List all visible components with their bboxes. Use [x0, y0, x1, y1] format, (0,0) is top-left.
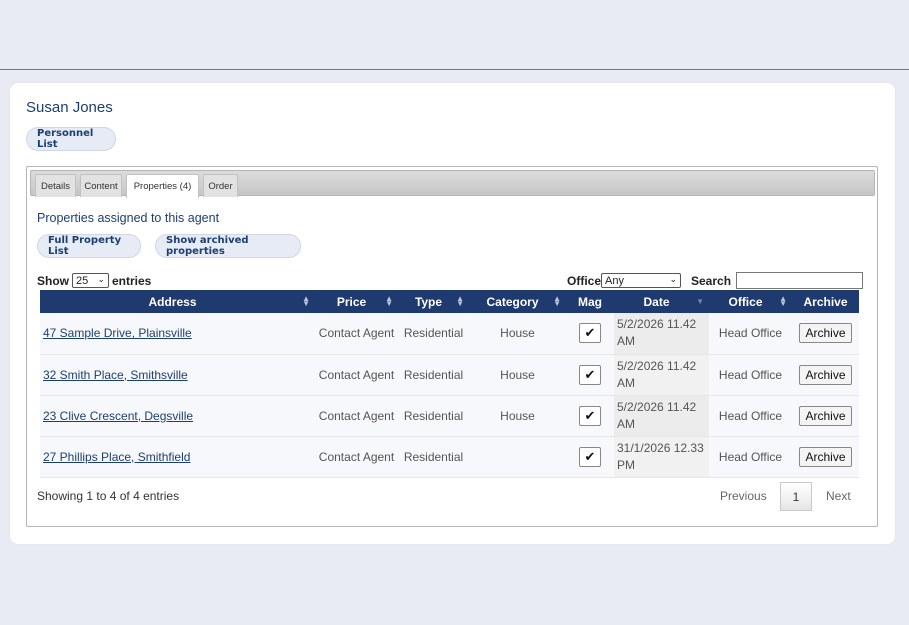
price-cell: Contact Agent [315, 354, 398, 396]
date-cell: 31/1/2026 12.33 PM [614, 436, 709, 478]
column-header-date[interactable]: Date ▼ [614, 290, 709, 313]
column-header-office[interactable]: Office ▲ ▼ [709, 290, 792, 313]
office-cell: Head Office [709, 436, 792, 478]
search-input[interactable] [736, 272, 863, 289]
archive-cell: Archive [792, 395, 859, 437]
type-cell: Residential [398, 313, 469, 355]
agent-name: Susan Jones [26, 99, 113, 116]
sort-icon: ▲ ▼ [385, 294, 393, 308]
mag-checkbox[interactable]: ✔ [579, 323, 601, 344]
column-header-address[interactable]: Address ▲ ▼ [40, 290, 315, 313]
tab-content[interactable]: Content [80, 174, 122, 197]
table-info: Showing 1 to 4 of 4 entries [37, 489, 180, 503]
sort-icon: ▲ ▼ [553, 294, 561, 308]
next-page-button[interactable]: Next [826, 489, 851, 503]
category-cell: House [469, 313, 566, 355]
section-title: Properties assigned to this agent [37, 211, 220, 225]
entries-select[interactable]: 25 ⌄ [72, 273, 109, 288]
column-header-price[interactable]: Price ▲ ▼ [315, 290, 398, 313]
address-link[interactable]: 27 Phillips Place, Smithfield [43, 450, 190, 464]
table-row: 32 Smith Place, Smithsville Contact Agen… [40, 354, 859, 396]
type-cell: Residential [398, 436, 469, 478]
archive-button[interactable]: Archive [799, 364, 852, 385]
chevron-down-icon: ⌄ [97, 274, 105, 284]
date-cell: 5/2/2026 11.42 AM [614, 354, 709, 396]
column-header-mag: Mag [566, 290, 614, 313]
top-header-bar [0, 0, 909, 70]
archive-cell: Archive [792, 436, 859, 478]
type-cell: Residential [398, 395, 469, 437]
office-cell: Head Office [709, 354, 792, 396]
address-link[interactable]: 23 Clive Crescent, Degsville [43, 409, 193, 423]
address-cell: 23 Clive Crescent, Degsville [40, 395, 315, 437]
archive-cell: Archive [792, 354, 859, 396]
price-cell: Contact Agent [315, 313, 398, 355]
page-footer-band [0, 556, 909, 625]
tab-strip: Details Content Properties (4) Order [30, 170, 875, 198]
tab-properties[interactable]: Properties (4) [126, 174, 199, 198]
table-row: 47 Sample Drive, Plainsville Contact Age… [40, 313, 859, 355]
mag-checkbox[interactable]: ✔ [579, 364, 601, 385]
previous-page-button[interactable]: Previous [720, 489, 767, 503]
category-cell: House [469, 354, 566, 396]
sort-icon: ▲ ▼ [302, 294, 310, 308]
archive-button[interactable]: Archive [799, 323, 852, 344]
office-cell: Head Office [709, 395, 792, 437]
show-archived-properties-button[interactable]: Show archived properties [155, 234, 301, 258]
mag-cell: ✔ [566, 313, 614, 355]
column-header-category[interactable]: Category ▲ ▼ [469, 290, 566, 313]
office-label: Office [567, 274, 602, 288]
column-header-type[interactable]: Type ▲ ▼ [398, 290, 469, 313]
page-1-button[interactable]: 1 [780, 482, 812, 511]
sort-desc-icon: ▼ [696, 297, 704, 306]
archive-button[interactable]: Archive [799, 446, 852, 467]
entries-select-value: 25 [76, 274, 89, 287]
show-label: Show [37, 274, 69, 288]
sort-icon: ▲ ▼ [779, 294, 787, 308]
search-label: Search [691, 274, 732, 288]
date-cell: 5/2/2026 11.42 AM [614, 313, 709, 355]
chevron-down-icon: ⌄ [669, 274, 677, 284]
full-property-list-button[interactable]: Full Property List [37, 234, 141, 258]
address-cell: 47 Sample Drive, Plainsville [40, 313, 315, 355]
price-cell: Contact Agent [315, 436, 398, 478]
tab-details[interactable]: Details [35, 174, 76, 197]
date-cell: 5/2/2026 11.42 AM [614, 395, 709, 437]
price-cell: Contact Agent [315, 395, 398, 437]
mag-cell: ✔ [566, 395, 614, 437]
archive-button[interactable]: Archive [799, 405, 852, 426]
mag-cell: ✔ [566, 354, 614, 396]
personnel-list-button[interactable]: Personnel List [26, 127, 116, 151]
category-cell: House [469, 395, 566, 437]
category-cell [469, 436, 566, 478]
address-link[interactable]: 32 Smith Place, Smithsville [43, 368, 188, 382]
archive-cell: Archive [792, 313, 859, 355]
table-row: 27 Phillips Place, Smithfield Contact Ag… [40, 436, 859, 478]
mag-checkbox[interactable]: ✔ [579, 405, 601, 426]
mag-cell: ✔ [566, 436, 614, 478]
tabs-panel: Details Content Properties (4) Order Pro… [26, 166, 878, 527]
office-select[interactable]: Any ⌄ [601, 273, 681, 288]
address-link[interactable]: 47 Sample Drive, Plainsville [43, 326, 192, 340]
tab-order[interactable]: Order [203, 174, 238, 197]
table-row: 23 Clive Crescent, Degsville Contact Age… [40, 395, 859, 437]
mag-checkbox[interactable]: ✔ [579, 446, 601, 467]
entries-label: entries [112, 274, 152, 288]
office-cell: Head Office [709, 313, 792, 355]
agent-card: Susan Jones Personnel List Details Conte… [10, 83, 895, 544]
table-header-row: Address ▲ ▼ Price ▲ ▼ Type ▲ ▼ Category ▲ ▼ Mag … [40, 290, 859, 313]
properties-table: Address ▲ ▼ Price ▲ ▼ Type ▲ ▼ Category ▲ ▼ Mag … [40, 290, 859, 478]
office-select-value: Any [605, 274, 624, 287]
sort-icon: ▲ ▼ [456, 294, 464, 308]
address-cell: 32 Smith Place, Smithsville [40, 354, 315, 396]
type-cell: Residential [398, 354, 469, 396]
address-cell: 27 Phillips Place, Smithfield [40, 436, 315, 478]
column-header-archive: Archive [792, 290, 859, 313]
